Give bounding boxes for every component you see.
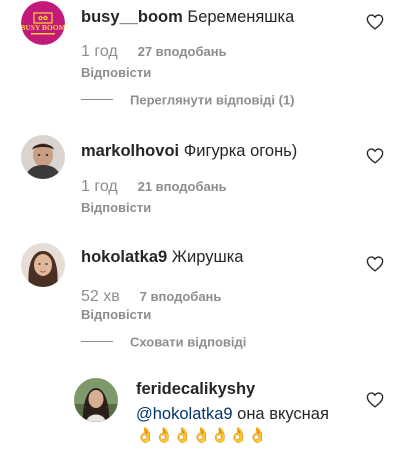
hide-replies-label: Сховати відповіді bbox=[130, 334, 247, 350]
ok-hand-emojis: 👌👌👌👌👌👌👌 bbox=[136, 427, 267, 444]
username[interactable]: hokolatka9 bbox=[81, 248, 167, 266]
hide-replies-button[interactable]: Сховати відповіді bbox=[81, 333, 246, 353]
comment-meta: 1 год 21 вподобань bbox=[81, 178, 227, 196]
username[interactable]: feridecalikyshy bbox=[136, 380, 255, 398]
svg-text:✿✿: ✿✿ bbox=[38, 15, 48, 22]
thread-line bbox=[81, 99, 113, 101]
reply-username-line: feridecalikyshy bbox=[136, 378, 255, 400]
comment-item: hokolatka9 Жирушка 52 хв 7 вподобань Від… bbox=[0, 238, 416, 358]
avatar[interactable] bbox=[21, 135, 65, 179]
timestamp[interactable]: 52 хв bbox=[81, 288, 120, 305]
view-replies-label: Переглянути відповіді (1) bbox=[130, 92, 295, 108]
heart-icon[interactable] bbox=[366, 148, 384, 164]
comment-meta: 52 хв 7 вподобань bbox=[81, 288, 221, 306]
timestamp[interactable]: 1 год bbox=[81, 178, 118, 195]
avatar[interactable]: ✿✿ BUSY BOOM bbox=[21, 1, 65, 45]
avatar[interactable] bbox=[21, 243, 65, 287]
reply-button[interactable]: Відповісти bbox=[81, 65, 151, 80]
reply-text: она вкусная bbox=[232, 405, 329, 423]
thread-line bbox=[81, 341, 113, 343]
comment-item: markolhovoi Фигурка огонь) 1 год 21 впод… bbox=[0, 130, 416, 230]
comment-text: Фигурка огонь) bbox=[183, 142, 298, 160]
comment-line: markolhovoi Фигурка огонь) bbox=[81, 140, 297, 162]
comment-line: hokolatka9 Жирушка bbox=[81, 246, 244, 268]
timestamp[interactable]: 1 год bbox=[81, 43, 118, 60]
busy-boom-logo-icon: ✿✿ BUSY BOOM bbox=[21, 1, 65, 45]
reply-button[interactable]: Відповісти bbox=[81, 200, 151, 215]
profile-photo-icon bbox=[21, 243, 65, 287]
username[interactable]: busy__boom bbox=[81, 8, 183, 26]
reply-button[interactable]: Відповісти bbox=[81, 307, 151, 322]
comment-meta: 1 год 27 вподобань bbox=[81, 43, 227, 61]
avatar[interactable] bbox=[74, 378, 118, 422]
svg-text:BUSY BOOM: BUSY BOOM bbox=[21, 23, 65, 32]
likes-count[interactable]: 7 вподобань bbox=[140, 289, 222, 304]
heart-icon[interactable] bbox=[366, 392, 384, 408]
likes-count[interactable]: 27 вподобань bbox=[138, 44, 227, 59]
heart-icon[interactable] bbox=[366, 14, 384, 30]
comment-text: Беременяшка bbox=[187, 8, 295, 26]
profile-photo-icon bbox=[74, 378, 118, 422]
reply-text-line: @hokolatka9 она вкусная bbox=[136, 403, 329, 425]
view-replies-button[interactable]: Переглянути відповіді (1) bbox=[81, 91, 295, 111]
username[interactable]: markolhovoi bbox=[81, 142, 179, 160]
reply-item: feridecalikyshy @hokolatka9 она вкусная … bbox=[0, 372, 416, 458]
likes-count[interactable]: 21 вподобань bbox=[138, 179, 227, 194]
heart-icon[interactable] bbox=[366, 256, 384, 272]
comment-text: Жирушка bbox=[171, 248, 244, 266]
comment-item: ✿✿ BUSY BOOM busy__boom Беременяшка 1 го… bbox=[0, 0, 416, 120]
mention-link[interactable]: @hokolatka9 bbox=[136, 405, 233, 423]
profile-photo-icon bbox=[21, 135, 65, 179]
comment-line: busy__boom Беременяшка bbox=[81, 6, 294, 28]
